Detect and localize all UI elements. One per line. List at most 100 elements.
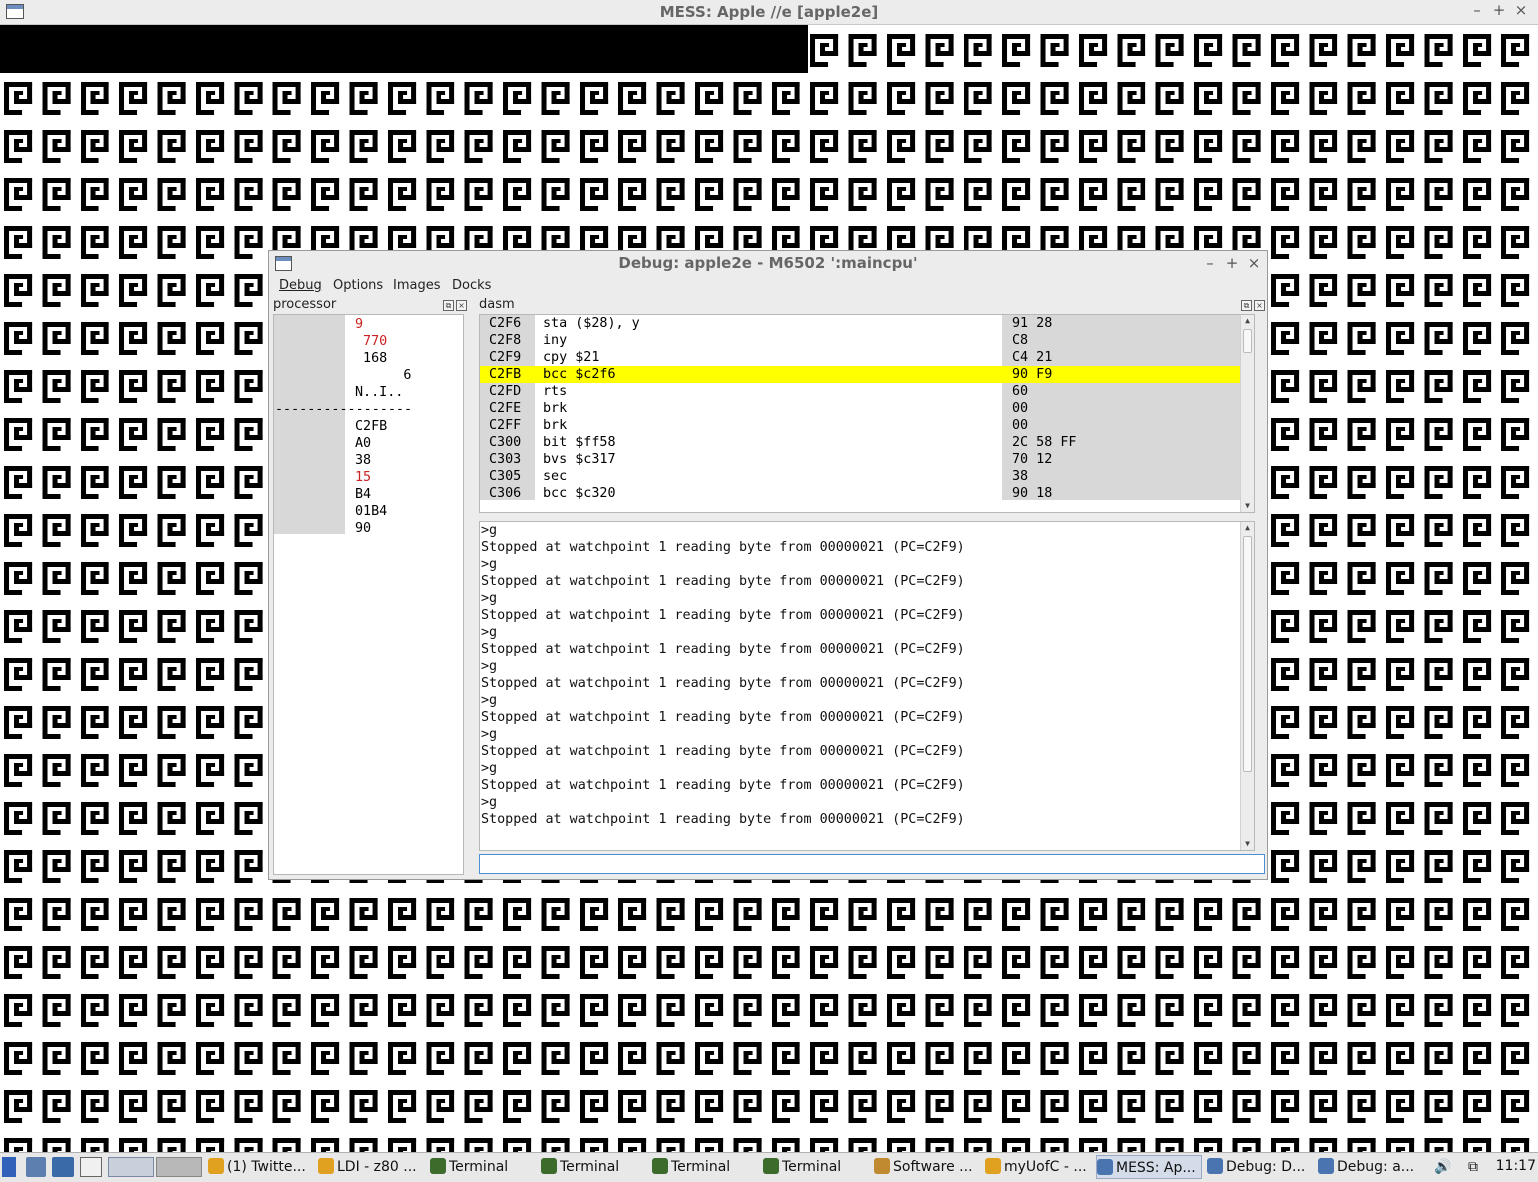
dasm-row[interactable]: C2F9 cpy $21 C4 21 [480,349,1250,366]
dasm-address: C2F6 [489,316,522,331]
taskbar-task-label: Debug: D... [1226,1159,1306,1175]
close-pane-icon[interactable]: × [456,300,467,311]
taskbar-task[interactable]: Software ... [874,1155,980,1179]
console-line: Stopped at watchpoint 1 reading byte fro… [481,744,965,759]
console-line: >g [481,795,498,810]
register-value: A0 [355,436,372,451]
scroll-up-arrow-icon[interactable]: ▲ [1241,522,1254,534]
console-line: Stopped at watchpoint 1 reading byte fro… [481,676,965,691]
menu-images[interactable]: Images [393,278,441,293]
scroll-down-arrow-icon[interactable]: ▼ [1241,838,1254,850]
menu-options[interactable]: Options [333,278,383,293]
register-value: 770 [355,334,388,349]
debug-window[interactable]: Debug: apple2e - M6502 ':maincpu' – + × … [268,250,1268,880]
dasm-row[interactable]: C305 sec 38 [480,468,1250,485]
show-desktop-icon[interactable] [80,1157,102,1177]
debug-window-titlebar[interactable]: Debug: apple2e - M6502 ':maincpu' – + × [269,251,1267,276]
taskbar-task-label: Terminal [449,1159,509,1175]
taskbar-task[interactable]: LDI - z80 ... [318,1155,424,1179]
disassembly-pane[interactable]: C2F6 sta ($28), y 91 28 C2F8 iny C8 C2F9 cpy $2… [479,314,1255,513]
menu-docks[interactable]: Docks [452,278,491,293]
taskbar-task-label: Debug: a... [1337,1159,1415,1175]
display-icon[interactable]: ⧉ [1468,1159,1486,1179]
taskbar-task[interactable]: Terminal [541,1155,647,1179]
scroll-up-arrow-icon[interactable]: ▲ [1241,315,1254,327]
dasm-instruction: bcc $c320 [543,486,616,501]
dasm-row[interactable]: C306 bcc $c320 90 18 [480,485,1250,502]
debug-minimize-button[interactable]: – [1201,254,1219,272]
software-icon [874,1158,890,1174]
taskbar-task[interactable]: Debug: a... [1318,1155,1424,1179]
taskbar-task[interactable]: Terminal [763,1155,869,1179]
minimize-button[interactable]: – [1468,1,1486,19]
file-manager-icon[interactable] [26,1157,46,1177]
window-icon [1318,1158,1334,1174]
chrome-icon [208,1158,224,1174]
command-input[interactable] [479,854,1265,874]
dasm-row[interactable]: C2FF brk 00 [480,417,1250,434]
window-icon [1207,1158,1223,1174]
volume-icon[interactable]: 🔊 [1434,1159,1451,1179]
debug-maximize-button[interactable]: + [1223,254,1241,272]
taskbar-task[interactable]: Debug: D... [1207,1155,1313,1179]
processor-pane[interactable]: cycles9beamx 770beamy 168frame 6flagsN..… [273,314,464,875]
dasm-instruction: sta ($28), y [543,316,640,331]
maximize-button[interactable]: + [1490,1,1508,19]
register-value: 6 [355,368,412,383]
dasm-address: C2F9 [489,350,522,365]
taskbar-task[interactable]: Terminal [430,1155,536,1179]
taskbar-task-label: LDI - z80 ... [337,1159,417,1175]
dasm-current-row[interactable]: C2FB bcc $c2f6 90 F9 [480,366,1250,383]
scroll-down-arrow-icon[interactable]: ▼ [1241,500,1254,512]
processor-separator: ----------------- [275,402,413,417]
console-line: Stopped at watchpoint 1 reading byte fro… [481,540,965,555]
dasm-instruction: bvs $c317 [543,452,616,467]
dasm-row[interactable]: C2F6 sta ($28), y 91 28 [480,315,1250,332]
debug-close-button[interactable]: × [1245,254,1263,272]
close-pane-icon[interactable]: × [1254,300,1265,311]
dasm-bytes: 91 28 [1012,316,1053,331]
terminal-icon [652,1158,668,1174]
network-icon[interactable] [52,1157,74,1177]
console-line: Stopped at watchpoint 1 reading byte fro… [481,710,965,725]
chrome-icon [985,1158,1001,1174]
dasm-address: C2FE [489,401,522,416]
clock: 11:17 [1495,1158,1536,1174]
dasm-scrollbar[interactable]: ▲ ▼ [1240,315,1254,512]
dasm-pane-title: dasm [479,297,515,312]
console-line: Stopped at watchpoint 1 reading byte fro… [481,574,965,589]
close-button[interactable]: × [1512,1,1530,19]
taskbar-task[interactable]: myUofC - ... [985,1155,1091,1179]
console-line: >g [481,659,498,674]
dasm-row[interactable]: C303 bvs $c317 70 12 [480,451,1250,468]
dasm-row[interactable]: C2F8 iny C8 [480,332,1250,349]
debug-window-title: Debug: apple2e - M6502 ':maincpu' [618,254,918,272]
workspace-pager-icon[interactable] [108,1157,154,1177]
register-value: 38 [355,453,372,468]
dasm-row[interactable]: C300 bit $ff58 2C 58 FF [480,434,1250,451]
taskbar-task[interactable]: (1) Twitte... [208,1155,314,1179]
console-line: Stopped at watchpoint 1 reading byte fro… [481,642,965,657]
dasm-bytes: 38 [1012,469,1029,484]
taskbar-task[interactable]: Terminal [652,1155,758,1179]
taskbar-task-label: Terminal [560,1159,620,1175]
console-scrollbar[interactable]: ▲ ▼ [1240,522,1254,850]
main-window-titlebar[interactable]: MESS: Apple //e [apple2e] – + × [0,0,1538,25]
console-output[interactable]: >g Stopped at watchpoint 1 reading byte f… [479,521,1255,851]
scroll-thumb[interactable] [1243,329,1252,353]
register-value: 90 [355,521,372,536]
start-menu-icon[interactable] [2,1157,16,1177]
workspace-pager-icon[interactable] [156,1157,202,1177]
menu-debug[interactable]: Debug [279,278,322,293]
taskbar-task-label: Software ... [893,1159,973,1175]
scroll-thumb[interactable] [1243,536,1252,772]
dasm-bytes: 70 12 [1012,452,1053,467]
dasm-row[interactable]: C2FE brk 00 [480,400,1250,417]
terminal-icon [541,1158,557,1174]
dasm-row[interactable]: C2FD rts 60 [480,383,1250,400]
register-value: 01B4 [355,504,388,519]
taskbar-task[interactable]: MESS: Ap... [1096,1155,1202,1179]
taskbar-task-label: myUofC - ... [1004,1159,1087,1175]
float-pane-icon[interactable]: ⧉ [443,300,454,311]
float-pane-icon[interactable]: ⧉ [1241,300,1252,311]
